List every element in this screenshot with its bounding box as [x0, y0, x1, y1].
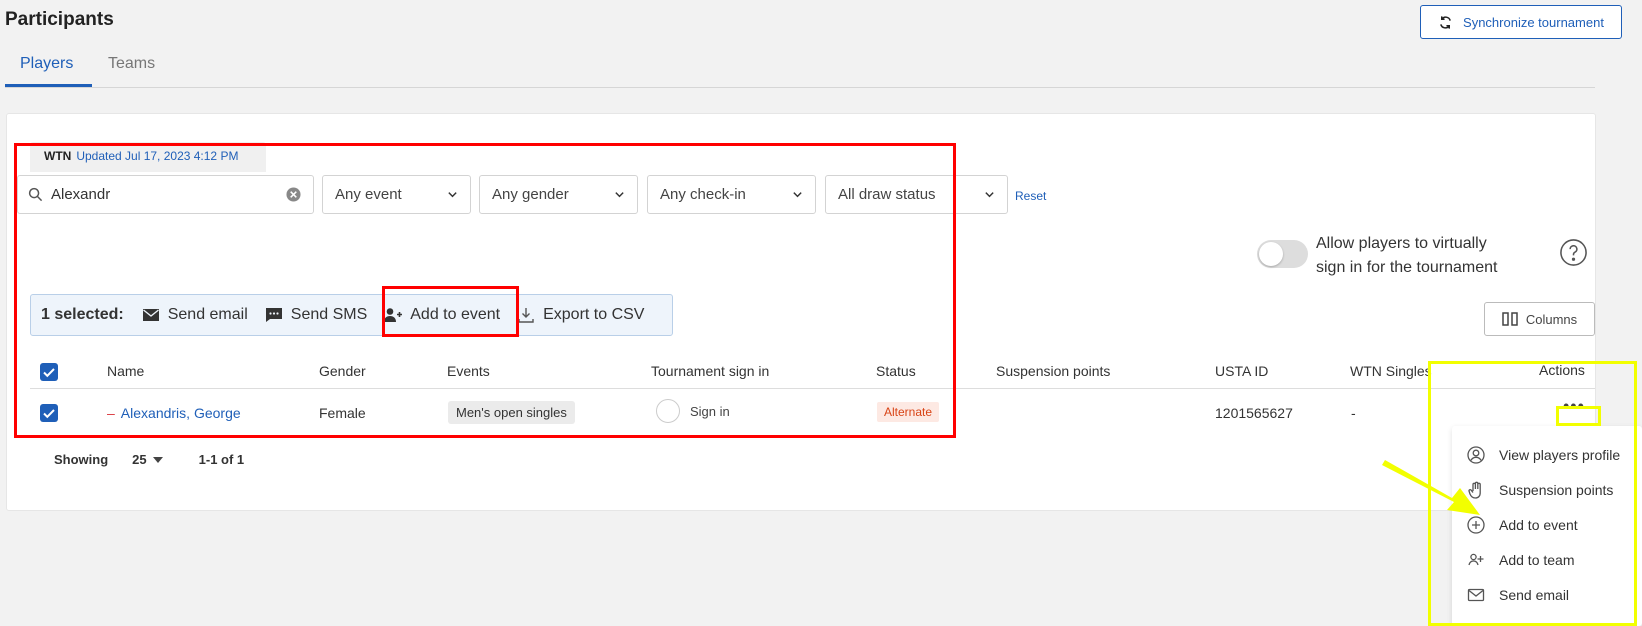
sign-in-label: Sign in	[690, 403, 730, 419]
table-row: – Alexandris, George Female Men's open si…	[30, 395, 1595, 431]
caret-down-icon[interactable]	[152, 456, 163, 463]
table-header: Name Gender Events Tournament sign in St…	[30, 355, 1595, 389]
event-filter-select[interactable]: Any event	[322, 175, 471, 214]
bulk-send-email-button[interactable]: Send email	[142, 306, 248, 324]
wtn-update-info: WTN Updated Jul 17, 2023 4:12 PM	[30, 142, 266, 172]
menu-item-label: Add to team	[1499, 552, 1575, 568]
sign-in-control[interactable]: Sign in	[656, 399, 730, 423]
column-header-name[interactable]: Name	[107, 363, 144, 379]
menu-item-label: Add to event	[1499, 517, 1578, 533]
showing-label: Showing	[54, 452, 109, 467]
usta-id-cell: 1201565627	[1215, 405, 1293, 421]
menu-item-add-to-team[interactable]: Add to team	[1467, 551, 1575, 569]
reset-filters-link[interactable]: Reset	[1015, 189, 1046, 203]
columns-icon	[1502, 312, 1518, 326]
column-header-actions: Actions	[1539, 362, 1585, 378]
menu-item-send-email[interactable]: Send email	[1467, 586, 1569, 604]
user-circle-icon	[1467, 446, 1485, 464]
sync-label: Synchronize tournament	[1463, 14, 1604, 30]
bulk-add-to-event-button[interactable]: Add to event	[384, 306, 500, 324]
menu-item-suspension-points[interactable]: Suspension points	[1467, 481, 1613, 499]
columns-label: Columns	[1525, 311, 1578, 327]
checkin-filter-value: Any check-in	[660, 186, 746, 203]
row-actions-more-button[interactable]: •••	[1563, 397, 1585, 415]
selected-count: 1 selected:	[41, 306, 124, 323]
wtn-updated-text: Updated Jul 17, 2023 4:12 PM	[76, 149, 239, 163]
bulk-action-label: Send SMS	[290, 306, 368, 323]
columns-button[interactable]: Columns	[1484, 302, 1595, 336]
page-size-select[interactable]: 25	[132, 452, 146, 467]
bulk-actions-bar: 1 selected: Send email Send SMS Add to e…	[30, 294, 673, 336]
column-header-wtn-singles[interactable]: WTN Singles	[1350, 363, 1432, 379]
menu-item-add-to-event[interactable]: Add to event	[1467, 516, 1578, 534]
menu-item-label: Send email	[1499, 587, 1570, 603]
column-header-usta-id[interactable]: USTA ID	[1215, 363, 1268, 379]
wtn-label: WTN	[44, 149, 72, 163]
draw-status-filter-select[interactable]: All draw status	[825, 175, 1008, 214]
search-input[interactable]: Alexandr	[17, 175, 314, 214]
active-tab-indicator	[5, 84, 92, 87]
sync-icon	[1440, 15, 1451, 29]
column-header-tournament-sign-in[interactable]: Tournament sign in	[651, 363, 769, 379]
column-header-suspension-points[interactable]: Suspension points	[996, 363, 1110, 379]
page-range: 1-1 of 1	[198, 452, 245, 467]
player-name-cell: – Alexandris, George	[107, 405, 241, 421]
gender-cell: Female	[319, 405, 366, 421]
page-title: Participants	[5, 9, 114, 30]
help-icon[interactable]	[1559, 238, 1588, 267]
gender-filter-select[interactable]: Any gender	[479, 175, 638, 214]
envelope-icon	[142, 309, 159, 321]
bulk-action-label: Send email	[167, 306, 248, 323]
event-chip: Men's open singles	[448, 401, 575, 424]
dash-marker: –	[107, 405, 115, 421]
pagination: Showing 25 1-1 of 1	[54, 452, 244, 467]
search-value: Alexandr	[51, 186, 111, 203]
bulk-send-sms-button[interactable]: Send SMS	[265, 306, 367, 324]
column-header-events[interactable]: Events	[447, 363, 490, 379]
select-all-checkbox[interactable]	[40, 363, 58, 381]
chevron-down-icon	[615, 192, 624, 198]
virtual-signin-toggle[interactable]	[1257, 240, 1308, 268]
column-header-gender[interactable]: Gender	[319, 363, 366, 379]
search-icon	[28, 187, 43, 202]
download-icon	[518, 308, 534, 323]
status-badge: Alternate	[877, 402, 940, 422]
tab-teams[interactable]: Teams	[108, 55, 155, 73]
player-name-link[interactable]: Alexandris, George	[121, 405, 241, 421]
column-header-status[interactable]: Status	[876, 363, 916, 379]
chevron-down-icon	[448, 192, 457, 198]
check-icon	[43, 409, 55, 419]
clear-search-icon[interactable]	[286, 187, 301, 202]
gender-filter-value: Any gender	[492, 186, 569, 203]
bulk-action-label: Add to event	[410, 306, 501, 323]
toggle-knob	[1259, 242, 1283, 266]
users-plus-icon	[1468, 553, 1484, 566]
user-plus-icon	[384, 308, 403, 322]
menu-item-label: Suspension points	[1499, 482, 1614, 498]
participant-tabs: Players Teams	[5, 50, 1595, 88]
row-checkbox[interactable]	[40, 404, 58, 422]
virtual-signin-label: Allow players to virtually sign in for t…	[1316, 235, 1498, 276]
synchronize-tournament-button[interactable]: Synchronize tournament	[1420, 5, 1622, 39]
menu-item-label: View players profile	[1499, 447, 1621, 463]
menu-item-view-profile[interactable]: View players profile	[1467, 446, 1620, 464]
row-actions-menu: View players profile Suspension points A…	[1452, 426, 1642, 626]
hand-icon	[1468, 481, 1481, 499]
chevron-down-icon	[793, 192, 802, 198]
bulk-action-label: Export to CSV	[543, 306, 645, 323]
chevron-down-icon	[985, 192, 994, 198]
check-icon	[43, 368, 55, 378]
sign-in-radio[interactable]	[656, 399, 680, 423]
sms-icon	[265, 308, 282, 322]
wtn-singles-cell: -	[1351, 405, 1356, 421]
event-filter-value: Any event	[335, 186, 402, 203]
envelope-icon	[1467, 588, 1485, 602]
checkin-filter-select[interactable]: Any check-in	[647, 175, 816, 214]
bulk-export-csv-button[interactable]: Export to CSV	[517, 306, 644, 324]
plus-circle-icon	[1467, 516, 1485, 534]
draw-status-filter-value: All draw status	[838, 186, 936, 203]
page-size-control: Showing 25	[54, 452, 163, 467]
tab-players[interactable]: Players	[20, 55, 73, 73]
